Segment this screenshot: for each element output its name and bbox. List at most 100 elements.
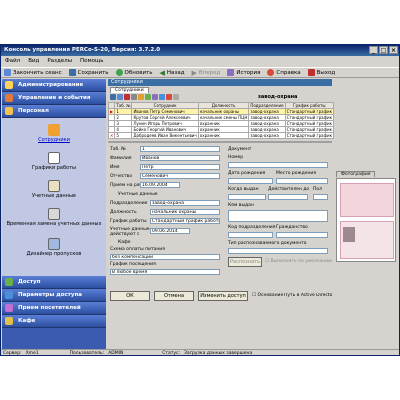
menu-file[interactable]: Файл: [5, 58, 20, 65]
citizenship-field[interactable]: [276, 232, 328, 238]
print-icon[interactable]: [152, 94, 158, 100]
tab-no-field[interactable]: 1: [140, 146, 220, 152]
help-icon: [267, 69, 275, 76]
cancel-button[interactable]: Отмена: [154, 291, 194, 301]
tab-no-label: Таб. №: [110, 147, 126, 152]
export-icon[interactable]: [159, 94, 165, 100]
filter-icon[interactable]: [145, 94, 151, 100]
back-button[interactable]: ◀ Назад: [160, 69, 185, 77]
nav-section-admin[interactable]: Администрирование: [2, 79, 106, 92]
import-icon[interactable]: [166, 94, 172, 100]
delete-icon[interactable]: [124, 94, 130, 100]
nav-item-credentials[interactable]: Учетные данные: [2, 180, 106, 199]
state-label: Статус:: [162, 351, 181, 356]
cred-valid-label: Учетные данные действуют с: [110, 227, 150, 237]
nav-item-temp-replace[interactable]: Временная замена учетных данных: [2, 208, 106, 227]
nav-section-visitors[interactable]: Прием посетителей: [2, 302, 106, 315]
passport-photo: [343, 227, 355, 242]
nav-section-cafe[interactable]: Кафе: [2, 315, 106, 328]
schedule-icon: [48, 152, 60, 164]
menu-sections[interactable]: Разделы: [47, 58, 72, 65]
navigation-panel: Администрирование Управление и события П…: [2, 79, 106, 349]
issued-when-label: Когда выдан: [228, 187, 259, 192]
dept-code-label: Код подразделения: [228, 225, 276, 230]
panel-toolbar: завод-охрана: [108, 93, 332, 102]
division-field[interactable]: завод-охрана: [150, 200, 220, 206]
cafe-schedule-select[interactable]: В любое время: [110, 269, 220, 275]
exec-default-checkbox[interactable]: ☐ Выполнять по умолчанию: [265, 259, 332, 264]
nav-section-personnel[interactable]: Персонал: [2, 105, 106, 118]
cred-valid-field[interactable]: 09.06.2014: [150, 228, 190, 234]
help-button[interactable]: Справка: [267, 69, 301, 76]
birth-date-field[interactable]: [228, 178, 273, 184]
pay-scheme-select[interactable]: без компенсации: [110, 254, 220, 260]
settings-icon[interactable]: [173, 94, 179, 100]
doc-type-select[interactable]: [228, 248, 328, 254]
server-label: Сервер:: [3, 351, 22, 356]
sex-field[interactable]: [313, 194, 328, 200]
table-row[interactable]: ✕ 5 Добродеев Иван Викентьевич охранник заво…: [107, 132, 373, 139]
position-field[interactable]: начальник охраны: [150, 209, 220, 215]
col-header[interactable]: Подразделение: [248, 102, 286, 109]
last-name-field[interactable]: Иванов: [140, 155, 220, 161]
doc-type-label: Тип распознаваемого документа: [228, 241, 307, 246]
access-params-icon: [5, 291, 13, 299]
issued-when-field[interactable]: [228, 194, 266, 200]
nav-section-access-params[interactable]: Параметры доступа: [2, 289, 106, 302]
nav-item-pass-designer[interactable]: Дизайнер пропусков: [2, 238, 106, 257]
copy-icon[interactable]: [131, 94, 137, 100]
floppy-icon: [68, 69, 76, 76]
title-bar: Консоль управления PERCo-S-20, Версия: 3…: [1, 45, 399, 56]
nav-section-access[interactable]: Доступ: [2, 276, 106, 289]
number-field[interactable]: [228, 162, 328, 168]
basis-checkbox[interactable]: ☐ Основание: [252, 293, 283, 298]
schedule-field[interactable]: Стандартный график работы: [150, 218, 220, 224]
admin-icon: [5, 81, 13, 89]
app-window: Консоль управления PERCo-S-20, Версия: 3…: [0, 44, 400, 356]
menu-view[interactable]: Вид: [28, 58, 39, 65]
forward-button[interactable]: ▶ Вперед: [191, 68, 221, 77]
personnel-icon: [5, 107, 13, 115]
refresh-button[interactable]: Обновить: [115, 69, 153, 76]
middle-name-field[interactable]: Семенович: [140, 173, 220, 179]
division-filter[interactable]: завод-охрана: [258, 94, 297, 100]
nav-item-employees[interactable]: Сотрудники: [2, 124, 106, 143]
ok-button[interactable]: ОК: [110, 291, 150, 301]
find-icon[interactable]: [138, 94, 144, 100]
col-header[interactable]: Таб. №: [114, 102, 133, 109]
exit-icon: [307, 69, 315, 76]
last-name-label: Фамилия: [110, 156, 132, 161]
history-button[interactable]: История: [227, 69, 260, 76]
access-icon: [5, 278, 13, 286]
pass-designer-icon: [48, 238, 60, 250]
save-button[interactable]: Сохранить: [68, 69, 109, 76]
close-icon[interactable]: ×: [389, 46, 398, 54]
tab-photo[interactable]: Фотография: [336, 171, 376, 177]
personnel-items: Сотрудники Графики работы Учетные данные…: [2, 118, 106, 276]
recognize-button[interactable]: Распознать: [228, 257, 262, 267]
maximize-icon[interactable]: □: [379, 46, 388, 54]
add-icon[interactable]: [110, 94, 116, 100]
forward-arrow-icon: ▶: [191, 68, 197, 77]
citizenship-label: Гражданство: [276, 225, 308, 230]
birth-place-field[interactable]: [276, 178, 328, 184]
hire-date-field[interactable]: 16.09.2004: [140, 182, 180, 188]
menu-help[interactable]: Помощь: [80, 58, 103, 65]
ad-path-label: Путь в Active Directory: [284, 293, 332, 298]
first-name-field[interactable]: Петр: [140, 164, 220, 170]
document-scan-image: [336, 178, 396, 262]
cafe-schedule-label: График посещения: [110, 262, 156, 267]
change-access-button[interactable]: Изменить доступ: [198, 291, 248, 301]
issued-by-field[interactable]: [228, 210, 328, 222]
edit-icon[interactable]: [117, 94, 123, 100]
status-bar: Сервер: Xme1 Пользователь: ADMIN Статус: За…: [1, 349, 399, 356]
nav-section-control[interactable]: Управление и события: [2, 92, 106, 105]
user-value: ADMIN: [108, 351, 124, 356]
end-session-button[interactable]: Закончить сеанс: [4, 69, 62, 76]
minimize-icon[interactable]: _: [369, 46, 378, 54]
logout-icon: [4, 69, 11, 76]
valid-to-field[interactable]: [268, 194, 308, 200]
exit-button[interactable]: Выход: [307, 69, 335, 76]
dept-code-field[interactable]: [228, 232, 273, 238]
nav-item-schedules[interactable]: Графики работы: [2, 152, 106, 171]
